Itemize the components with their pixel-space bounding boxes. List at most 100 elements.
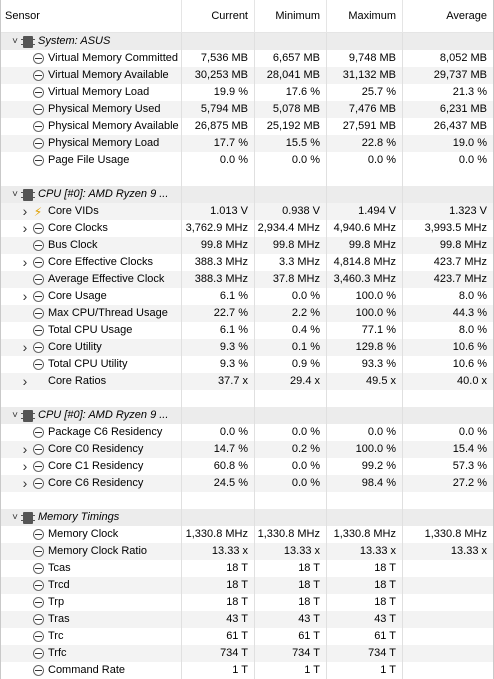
chevron-right-icon[interactable]: › <box>19 203 31 220</box>
sensor-name-cell: › Core C0 Residency <box>1 441 182 458</box>
sensor-label: Average Effective Clock <box>48 273 165 285</box>
sensor-row[interactable]: Max CPU/Thread Usage 22.7 % 2.2 % 100.0 % 44… <box>1 305 493 322</box>
column-header-average[interactable]: Average <box>403 0 493 32</box>
gauge-shape <box>32 444 44 455</box>
sensor-name-cell: › Core Utility <box>1 339 182 356</box>
chevron-down-icon[interactable]: ˅ <box>9 407 21 424</box>
chevron-down-icon[interactable]: ˅ <box>9 33 21 50</box>
chevron-right-icon[interactable]: › <box>19 254 31 271</box>
sensor-row[interactable]: Physical Memory Used 5,794 MB 5,078 MB 7,47… <box>1 101 493 118</box>
sensor-row[interactable]: › Core Clocks 3,762.9 MHz 2,934.4 MHz 4,940.… <box>1 220 493 237</box>
sensor-row[interactable]: Memory Clock 1,330.8 MHz 1,330.8 MHz 1,330.… <box>1 526 493 543</box>
value-current: 61 T <box>182 628 255 645</box>
sensor-row[interactable]: Physical Memory Available 26,875 MB 25,192… <box>1 118 493 135</box>
sensor-row[interactable]: Total CPU Usage 6.1 % 0.4 % 77.1 % 8.0 % <box>1 322 493 339</box>
column-header-maximum[interactable]: Maximum <box>327 0 403 32</box>
sensor-name-cell: Virtual Memory Committed <box>1 50 182 67</box>
value-maximum: 18 T <box>327 560 403 577</box>
sensor-row[interactable]: Physical Memory Load 17.7 % 15.5 % 22.8 % 19… <box>1 135 493 152</box>
chip-shape <box>21 188 35 201</box>
sensor-label: Tcas <box>48 562 71 574</box>
sensor-row[interactable]: Trfc 734 T 734 T 734 T <box>1 645 493 662</box>
value-minimum: 29.4 x <box>255 373 327 390</box>
value-average <box>403 577 493 594</box>
chevron-right-icon[interactable]: › <box>19 475 31 492</box>
value-average: 8.0 % <box>458 324 487 336</box>
value-average <box>403 662 493 679</box>
sensor-row[interactable]: Average Effective Clock 388.3 MHz 37.8 MHz… <box>1 271 493 288</box>
separator-cell <box>255 492 327 509</box>
sensor-label: Total CPU Utility <box>48 358 128 370</box>
gauge-shape <box>32 138 44 149</box>
column-header-sensor[interactable]: Sensor <box>1 0 182 32</box>
value-minimum: 0.4 % <box>255 322 327 339</box>
sensor-row[interactable]: Virtual Memory Load 19.9 % 17.6 % 25.7 % 21.… <box>1 84 493 101</box>
sensor-row[interactable]: › Core C6 Residency 24.5 % 0.0 % 98.4 % 27.2 … <box>1 475 493 492</box>
sensor-row[interactable]: › Core C0 Residency 14.7 % 0.2 % 100.0 % 15.4… <box>1 441 493 458</box>
gauge-icon <box>31 630 45 644</box>
chevron-right-icon[interactable]: › <box>19 339 31 356</box>
group-empty-cell <box>327 33 403 50</box>
sensor-row[interactable]: Total CPU Utility 9.3 % 0.9 % 93.3 % 10.6 % <box>1 356 493 373</box>
sensor-row[interactable]: › Core C1 Residency 60.8 % 0.0 % 99.2 % 57.3 … <box>1 458 493 475</box>
sensor-row[interactable]: › Core Utility 9.3 % 0.1 % 129.8 % 10.6 % <box>1 339 493 356</box>
value-maximum: 100.0 % <box>327 305 403 322</box>
chevron-right-icon[interactable]: › <box>19 288 31 305</box>
gauge-shape <box>32 529 44 540</box>
sensor-name-cell: Physical Memory Available <box>1 118 182 135</box>
value-maximum: 100.0 % <box>327 441 403 458</box>
sensor-row[interactable]: Bus Clock 99.8 MHz 99.8 MHz 99.8 MHz 99.8 MH… <box>1 237 493 254</box>
value-current: 9.3 % <box>182 356 255 373</box>
column-header-current[interactable]: Current <box>182 0 255 32</box>
group-separator <box>1 169 493 186</box>
sensor-row[interactable]: Virtual Memory Committed 7,536 MB 6,657 MB… <box>1 50 493 67</box>
gauge-icon <box>31 69 45 83</box>
sensor-row[interactable]: › Core Usage 6.1 % 0.0 % 100.0 % 8.0 % <box>1 288 493 305</box>
value-average <box>403 560 493 577</box>
sensor-group-header[interactable]: ˅ Memory Timings <box>1 509 493 526</box>
value-minimum: 1,330.8 MHz <box>255 526 327 543</box>
value-average <box>403 611 493 628</box>
chevron-right-icon[interactable]: › <box>19 220 31 237</box>
sensor-row[interactable]: › Core Ratios 37.7 x 29.4 x 49.5 x 40.0 x <box>1 373 493 390</box>
value-minimum: 61 T <box>255 628 327 645</box>
chevron-right-icon[interactable]: › <box>19 458 31 475</box>
chevron-down-icon[interactable]: ˅ <box>9 186 21 203</box>
sensor-row[interactable]: Command Rate 1 T1 T1 T <box>1 662 493 679</box>
value-maximum: 0.0 % <box>327 152 403 169</box>
lightning-icon: ⚡ <box>31 205 45 219</box>
sensor-label: Trp <box>48 596 65 608</box>
chevron-right-icon[interactable]: › <box>19 441 31 458</box>
sensor-label: Core Effective Clocks <box>48 256 153 268</box>
sensor-row[interactable]: › ⚡ Core VIDs 1.013 V 0.938 V 1.494 V 1.323 V <box>1 203 493 220</box>
sensor-row[interactable]: Trc 61 T 61 T 61 T <box>1 628 493 645</box>
value-maximum: 18 T <box>327 594 403 611</box>
sensor-row[interactable]: Trcd 18 T 18 T 18 T <box>1 577 493 594</box>
gauge-icon <box>31 324 45 338</box>
value-current: 6.1 % <box>182 322 255 339</box>
value-maximum: 9,748 MB <box>327 50 403 67</box>
sensor-row[interactable]: Tras 43 T 43 T 43 T <box>1 611 493 628</box>
group-empty-cell <box>403 186 493 203</box>
sensor-label: Physical Memory Used <box>48 103 161 115</box>
value-maximum: 4,814.8 MHz <box>327 254 403 271</box>
chevron-right-icon[interactable]: › <box>19 373 31 390</box>
sensor-row[interactable]: Page File Usage 0.0 % 0.0 % 0.0 % 0.0 % <box>1 152 493 169</box>
value-maximum: 27,591 MB <box>327 118 403 135</box>
sensor-row[interactable]: Virtual Memory Available 30,253 MB 28,041 … <box>1 67 493 84</box>
value-current: 5,794 MB <box>182 101 255 118</box>
sensor-group-header[interactable]: ˅ System: ASUS <box>1 33 493 50</box>
column-header-minimum[interactable]: Minimum <box>255 0 327 32</box>
sensor-row[interactable]: Tcas 18 T 18 T 18 T <box>1 560 493 577</box>
chevron-down-icon[interactable]: ˅ <box>9 509 21 526</box>
sensor-group-header[interactable]: ˅ CPU [#0]: AMD Ryzen 9 ... <box>1 407 493 424</box>
gauge-shape <box>32 631 44 642</box>
sensor-group-header[interactable]: ˅ CPU [#0]: AMD Ryzen 9 ... <box>1 186 493 203</box>
value-current: 60.8 % <box>182 458 255 475</box>
value-average: 8.0 % <box>458 290 487 302</box>
sensor-row[interactable]: Trp 18 T 18 T 18 T <box>1 594 493 611</box>
sensor-row[interactable]: Memory Clock Ratio 13.33 x 13.33 x 13.33 x1… <box>1 543 493 560</box>
sensor-row[interactable]: › Core Effective Clocks 388.3 MHz 3.3 MHz 4,… <box>1 254 493 271</box>
sensor-row[interactable]: Package C6 Residency 0.0 % 0.0 % 0.0 % 0.0 % <box>1 424 493 441</box>
sensor-label: Memory Clock Ratio <box>48 545 148 557</box>
